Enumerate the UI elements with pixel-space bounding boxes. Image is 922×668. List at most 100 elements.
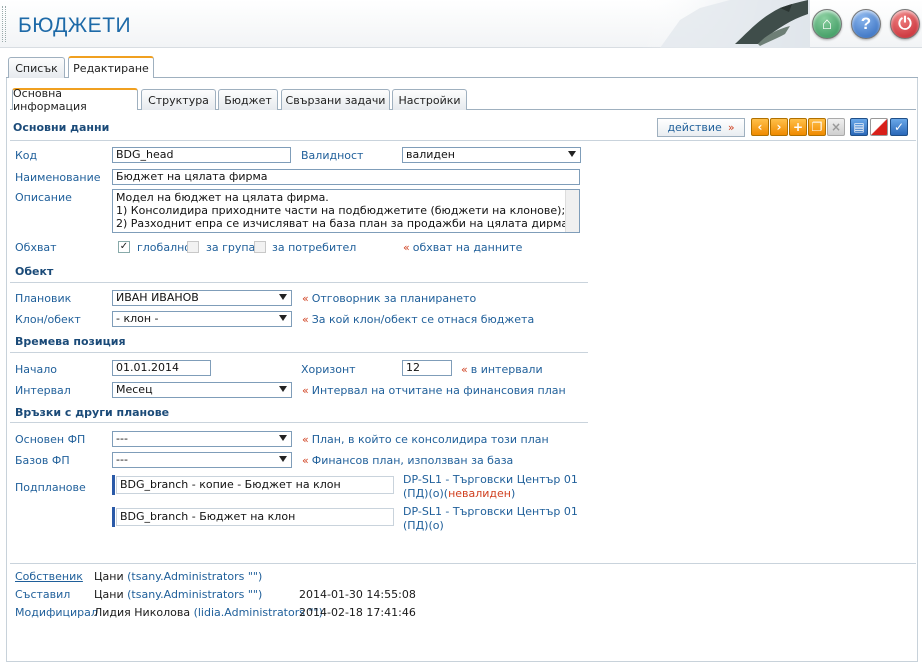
tab-structure[interactable]: Структура — [141, 89, 216, 110]
main-fp-label: Основен ФП — [15, 433, 86, 446]
modifier-value: Лидия Николова (lidia.Administrators "") — [94, 606, 323, 619]
modifier-time: 2014-02-18 17:41:46 — [299, 606, 416, 619]
next-button[interactable]: › — [770, 118, 788, 136]
subplan-2-location[interactable]: DP-SL1 - Търговски Център 01 — [403, 505, 578, 518]
bird-logo-icon — [640, 0, 810, 48]
chevron-left-icon: ‹ — [757, 120, 763, 134]
branch-select[interactable]: - клон - — [112, 311, 292, 327]
modifier-label: Модифицирал — [15, 606, 98, 619]
print-button[interactable]: ▤ — [850, 118, 868, 136]
base-fp-label: Базов ФП — [15, 454, 70, 467]
checkmark-icon: ✓ — [893, 120, 905, 134]
main-fp-select[interactable]: --- — [112, 431, 292, 447]
planner-select[interactable]: ИВАН ИВАНОВ — [112, 290, 292, 306]
dropdown-arrow-icon — [279, 386, 287, 392]
description-label: Описание — [15, 191, 72, 204]
interval-label: Интервал — [15, 384, 71, 397]
subplans-label: Подпланове — [15, 481, 86, 494]
section-divider — [10, 422, 588, 423]
scope-group-label: за група — [206, 241, 256, 254]
previous-button[interactable]: ‹ — [751, 118, 769, 136]
owner-link[interactable]: Собственик — [15, 570, 83, 583]
section-title-basic: Основни данни — [13, 121, 110, 134]
validity-select[interactable]: валиден — [402, 147, 581, 163]
subplan-item-1[interactable]: BDG_branch - копие - Бюджет на клон — [116, 476, 394, 494]
tab-edit[interactable]: Редактиране — [68, 56, 154, 78]
add-button[interactable]: + — [789, 118, 807, 136]
horizon-label: Хоризонт — [301, 363, 356, 376]
author-value: Цани (tsany.Administrators "") — [94, 588, 263, 601]
scope-user-checkbox[interactable] — [254, 241, 266, 253]
home-icon: ⌂ — [821, 14, 833, 33]
author-time: 2014-01-30 14:55:08 — [299, 588, 416, 601]
scope-global-label: глобално — [137, 241, 192, 254]
code-input[interactable]: BDG_head — [112, 147, 291, 163]
delete-button[interactable]: × — [827, 118, 845, 136]
horizon-input[interactable]: 12 — [402, 360, 452, 376]
subplan-item-2[interactable]: BDG_branch - Бюджет на клон — [116, 508, 394, 526]
scope-label: Обхват — [15, 241, 57, 254]
dropdown-arrow-icon — [279, 435, 287, 441]
tab-settings[interactable]: Настройки — [392, 89, 467, 110]
scope-hint: «обхват на данните — [403, 241, 523, 254]
close-icon: × — [830, 120, 842, 134]
subplan-marker — [112, 475, 115, 495]
cancel-edit-button[interactable] — [870, 118, 888, 136]
tab-budget[interactable]: Бюджет — [218, 89, 278, 110]
branch-label: Клон/обект — [15, 313, 81, 326]
validity-label: Валидност — [301, 149, 364, 162]
name-input[interactable]: Бюджет на цялата фирма — [112, 169, 580, 185]
start-label: Начало — [15, 363, 58, 376]
footer-divider — [10, 563, 916, 564]
description-textarea[interactable]: Модел на бюджет на цялата фирма. 1) Конс… — [112, 189, 580, 233]
save-button[interactable]: ✓ — [890, 118, 908, 136]
tab-basic-info[interactable]: Основна информация — [12, 87, 138, 113]
tab-related-tasks[interactable]: Свързани задачи — [281, 89, 390, 110]
scope-global-checkbox[interactable]: ✓ — [118, 241, 130, 253]
interval-hint: «Интервал на отчитане на финансовия план — [302, 384, 566, 397]
scope-group-checkbox[interactable] — [187, 241, 199, 253]
drag-grip-icon[interactable] — [2, 6, 6, 42]
description-scrollbar[interactable] — [565, 190, 579, 232]
dropdown-arrow-icon — [568, 151, 576, 157]
scope-user-label: за потребител — [272, 241, 357, 254]
subplan-2-status: (ПД)(о) — [403, 519, 444, 532]
copy-button[interactable]: ❐ — [808, 118, 826, 136]
main-fp-hint: «План, в който се консолидира този план — [302, 433, 549, 446]
section-divider — [10, 352, 588, 353]
base-fp-hint: «Финансов план, използван за база — [302, 454, 514, 467]
name-label: Наименование — [15, 171, 101, 184]
owner-value: Цани (tsany.Administrators "") — [94, 570, 263, 583]
subplan-1-location[interactable]: DP-SL1 - Търговски Център 01 — [403, 473, 578, 486]
home-button[interactable]: ⌂ — [812, 9, 842, 39]
base-fp-select[interactable]: --- — [112, 452, 292, 468]
power-icon: ⏻ — [898, 14, 912, 33]
section-divider — [10, 282, 588, 283]
page-title: БЮДЖЕТИ — [18, 14, 132, 37]
planner-label: Плановик — [15, 292, 72, 305]
chevron-right-icon: › — [776, 120, 782, 134]
start-date-input[interactable]: 01.01.2014 — [112, 360, 211, 376]
document-icon: ▤ — [853, 120, 865, 134]
plus-icon: + — [792, 120, 804, 134]
section-title-links: Връзки с други планове — [15, 406, 170, 419]
section-title-time: Времева позиция — [15, 335, 126, 348]
help-button[interactable]: ? — [851, 9, 881, 39]
copy-icon: ❐ — [811, 120, 823, 134]
dropdown-arrow-icon — [279, 315, 287, 321]
code-label: Код — [15, 149, 38, 162]
planner-hint: «Отговорник за планирането — [302, 292, 477, 305]
dropdown-arrow-icon — [279, 456, 287, 462]
subplan-1-status: (ПД)(о)(невалиден) — [403, 487, 516, 500]
author-label: Съставил — [15, 588, 71, 601]
dropdown-arrow-icon — [279, 294, 287, 300]
subplan-marker — [112, 507, 115, 527]
question-icon: ? — [860, 14, 872, 33]
section-divider — [10, 140, 916, 141]
section-title-object: Обект — [15, 265, 54, 278]
branch-hint: «За кой клон/обект се отнася бюджета — [302, 313, 535, 326]
logout-button[interactable]: ⏻ — [890, 9, 920, 39]
tab-list[interactable]: Списък — [8, 57, 65, 78]
action-button[interactable]: действие» — [657, 118, 745, 137]
interval-select[interactable]: Месец — [112, 382, 292, 398]
